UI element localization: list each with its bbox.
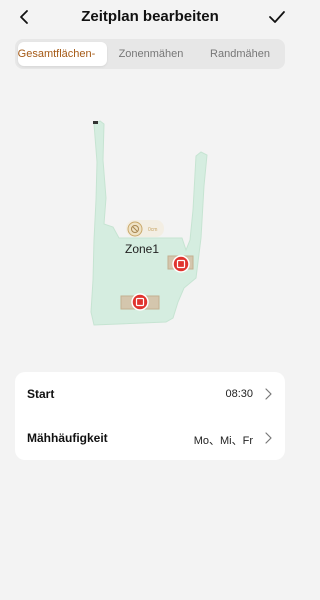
tab-full-area[interactable]: Gesamtflächen- [18,42,107,66]
mower-pin-icon [131,293,149,311]
charging-station-icon [126,220,164,237]
frequency-label: Mähhäufigkeit [27,431,108,445]
start-time-row[interactable]: Start 08:30 [15,372,285,416]
confirm-button[interactable] [266,7,288,27]
tab-zone-mowing[interactable]: Zonenmähen [107,39,195,69]
frequency-value: Mo、Mi、Fr [193,435,253,447]
checkmark-icon [269,11,285,23]
start-label: Start [27,387,55,401]
tab-edge-mowing[interactable]: Randmähen [195,39,285,69]
dock-distance-label: 0cm [148,227,158,233]
start-time-value: 08:30 [225,388,253,400]
zone-label: Zone1 [125,242,160,256]
lawn-map[interactable]: 0cm Zone1 [0,80,300,360]
schedule-card: Start 08:30 Mähhäufigkeit Mo、Mi、Fr [15,372,285,460]
chevron-right-icon [265,432,272,444]
header-bar: Zeitplan bearbeiten [0,0,300,36]
page-title: Zeitplan bearbeiten [81,8,219,25]
mower-pin-icon [172,255,190,273]
map-edge-marker [93,121,98,124]
frequency-row[interactable]: Mähhäufigkeit Mo、Mi、Fr [15,416,285,460]
mode-tabs: Gesamtflächen- Zonenmähen Randmähen [15,39,285,69]
chevron-right-icon [265,388,272,400]
